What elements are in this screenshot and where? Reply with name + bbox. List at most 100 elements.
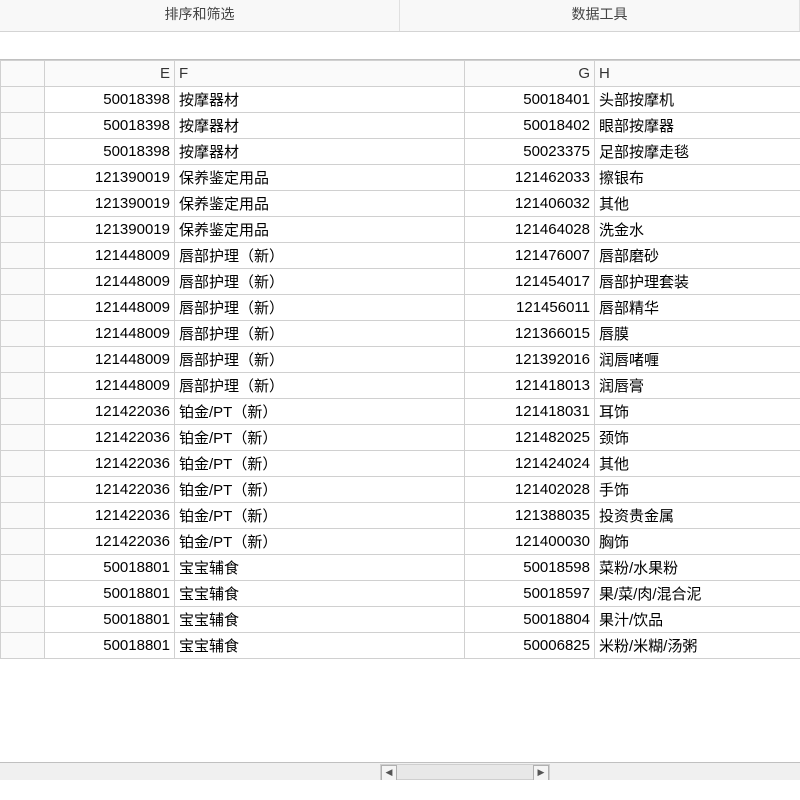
cell[interactable]: 润唇啫喱: [595, 347, 800, 373]
row-header[interactable]: [1, 529, 45, 555]
spreadsheet-grid[interactable]: E F G H 50018398按摩器材50018401头部按摩机5001839…: [0, 60, 800, 780]
cell[interactable]: 铂金/PT（新）: [175, 425, 465, 451]
row-header[interactable]: [1, 87, 45, 113]
cell[interactable]: 121400030: [465, 529, 595, 555]
cell[interactable]: 50023375: [465, 139, 595, 165]
cell[interactable]: 50018402: [465, 113, 595, 139]
cell[interactable]: 按摩器材: [175, 87, 465, 113]
cell[interactable]: 足部按摩走毯: [595, 139, 800, 165]
cell[interactable]: 唇部磨砂: [595, 243, 800, 269]
cell[interactable]: 唇部护理（新）: [175, 373, 465, 399]
cell[interactable]: 其他: [595, 451, 800, 477]
column-header-G[interactable]: G: [465, 61, 595, 87]
row-header[interactable]: [1, 373, 45, 399]
cell[interactable]: 121388035: [465, 503, 595, 529]
cell[interactable]: 唇部护理（新）: [175, 347, 465, 373]
cell[interactable]: 121448009: [45, 243, 175, 269]
column-header-F[interactable]: F: [175, 61, 465, 87]
scroll-right-button[interactable]: ▶: [533, 765, 549, 781]
cell[interactable]: 头部按摩机: [595, 87, 800, 113]
cell[interactable]: 50018401: [465, 87, 595, 113]
cell[interactable]: 121456011: [465, 295, 595, 321]
ribbon-group-sort-filter[interactable]: 排序和筛选: [0, 0, 400, 31]
cell[interactable]: 果汁/饮品: [595, 607, 800, 633]
cell[interactable]: 保养鉴定用品: [175, 165, 465, 191]
cell[interactable]: 121392016: [465, 347, 595, 373]
cell[interactable]: 投资贵金属: [595, 503, 800, 529]
cell[interactable]: 眼部按摩器: [595, 113, 800, 139]
cell[interactable]: 121406032: [465, 191, 595, 217]
row-header[interactable]: [1, 113, 45, 139]
row-header[interactable]: [1, 191, 45, 217]
cell[interactable]: 润唇膏: [595, 373, 800, 399]
row-header[interactable]: [1, 633, 45, 659]
cell[interactable]: 121462033: [465, 165, 595, 191]
cell[interactable]: 121448009: [45, 321, 175, 347]
cell[interactable]: 121390019: [45, 165, 175, 191]
cell[interactable]: 铂金/PT（新）: [175, 451, 465, 477]
cell[interactable]: 50018398: [45, 113, 175, 139]
cell[interactable]: 121482025: [465, 425, 595, 451]
cell[interactable]: 铂金/PT（新）: [175, 529, 465, 555]
cell[interactable]: 50018398: [45, 139, 175, 165]
row-header[interactable]: [1, 555, 45, 581]
cell[interactable]: 121424024: [465, 451, 595, 477]
cell[interactable]: 121422036: [45, 451, 175, 477]
cell[interactable]: 50018598: [465, 555, 595, 581]
cell[interactable]: 果/菜/肉/混合泥: [595, 581, 800, 607]
cell[interactable]: 50018801: [45, 555, 175, 581]
cell[interactable]: 121476007: [465, 243, 595, 269]
cell[interactable]: 121464028: [465, 217, 595, 243]
row-header[interactable]: [1, 347, 45, 373]
cell[interactable]: 121366015: [465, 321, 595, 347]
cell[interactable]: 洗金水: [595, 217, 800, 243]
cell[interactable]: 50018804: [465, 607, 595, 633]
cell[interactable]: 121448009: [45, 295, 175, 321]
cell[interactable]: 按摩器材: [175, 113, 465, 139]
cell[interactable]: 颈饰: [595, 425, 800, 451]
cell[interactable]: 121422036: [45, 477, 175, 503]
cell[interactable]: 121422036: [45, 529, 175, 555]
cell[interactable]: 121422036: [45, 425, 175, 451]
row-header[interactable]: [1, 295, 45, 321]
column-header-H[interactable]: H: [595, 61, 800, 87]
row-header[interactable]: [1, 165, 45, 191]
cell[interactable]: 保养鉴定用品: [175, 217, 465, 243]
cell[interactable]: 菜粉/水果粉: [595, 555, 800, 581]
horizontal-scrollbar[interactable]: ◀ ▶: [0, 762, 800, 780]
cell[interactable]: 121422036: [45, 503, 175, 529]
row-header[interactable]: [1, 139, 45, 165]
cell[interactable]: 121422036: [45, 399, 175, 425]
cell[interactable]: 唇部护理（新）: [175, 321, 465, 347]
row-header[interactable]: [1, 243, 45, 269]
cell[interactable]: 铂金/PT（新）: [175, 503, 465, 529]
cell[interactable]: 50018398: [45, 87, 175, 113]
row-header[interactable]: [1, 399, 45, 425]
formula-bar[interactable]: [0, 32, 800, 60]
cell[interactable]: 121402028: [465, 477, 595, 503]
cell[interactable]: 宝宝辅食: [175, 607, 465, 633]
row-header[interactable]: [1, 581, 45, 607]
cell[interactable]: 铂金/PT（新）: [175, 399, 465, 425]
row-header[interactable]: [1, 425, 45, 451]
cell[interactable]: 唇部护理套装: [595, 269, 800, 295]
cell[interactable]: 手饰: [595, 477, 800, 503]
ribbon-group-data-tools[interactable]: 数据工具: [400, 0, 800, 31]
cell[interactable]: 保养鉴定用品: [175, 191, 465, 217]
row-header[interactable]: [1, 503, 45, 529]
cell[interactable]: 胸饰: [595, 529, 800, 555]
cell[interactable]: 按摩器材: [175, 139, 465, 165]
cell[interactable]: 121390019: [45, 191, 175, 217]
row-header[interactable]: [1, 321, 45, 347]
cell[interactable]: 擦银布: [595, 165, 800, 191]
cell[interactable]: 其他: [595, 191, 800, 217]
cell[interactable]: 唇部护理（新）: [175, 269, 465, 295]
cell[interactable]: 50006825: [465, 633, 595, 659]
row-header[interactable]: [1, 607, 45, 633]
cell[interactable]: 121448009: [45, 347, 175, 373]
cell[interactable]: 宝宝辅食: [175, 581, 465, 607]
cell[interactable]: 宝宝辅食: [175, 633, 465, 659]
cell[interactable]: 宝宝辅食: [175, 555, 465, 581]
scroll-left-button[interactable]: ◀: [381, 765, 397, 781]
scroll-track[interactable]: ◀ ▶: [380, 764, 550, 780]
